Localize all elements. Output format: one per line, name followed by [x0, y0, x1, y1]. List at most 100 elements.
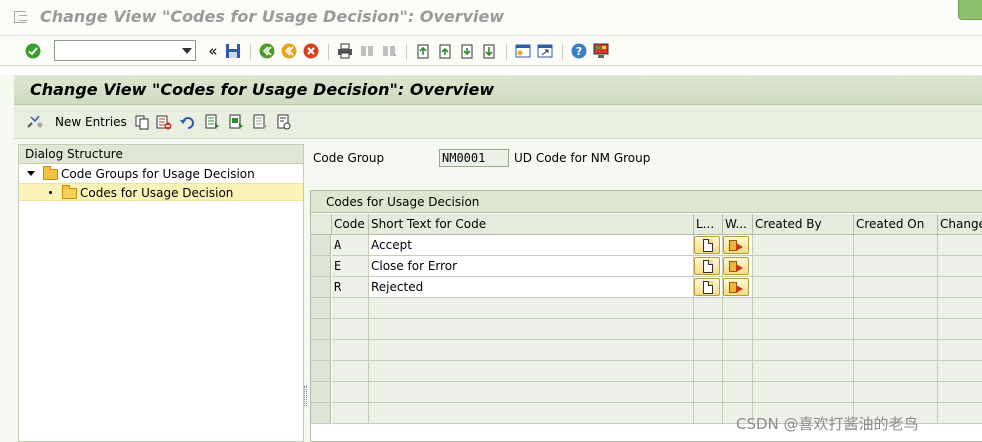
workflow-button[interactable] — [723, 257, 749, 275]
empty-table-cell — [723, 382, 753, 403]
row-selector[interactable] — [311, 235, 331, 256]
table-cell-workflow — [723, 235, 753, 256]
select-block-icon[interactable] — [228, 114, 244, 130]
row-selector[interactable] — [311, 277, 331, 298]
empty-table-cell — [753, 319, 854, 340]
customize-layout-icon[interactable] — [592, 42, 610, 60]
row-selector[interactable] — [311, 256, 331, 277]
cancel-icon[interactable] — [302, 42, 320, 60]
toolbar-separator — [250, 44, 251, 60]
next-page-icon[interactable] — [458, 42, 476, 60]
row-selector[interactable] — [311, 403, 331, 424]
delete-icon[interactable] — [156, 114, 172, 130]
window-title: Change View "Codes for Usage Decision": … — [40, 7, 505, 26]
empty-table-cell — [753, 340, 854, 361]
display-change-icon[interactable] — [26, 114, 44, 130]
empty-table-cell — [332, 319, 369, 340]
row-selector[interactable] — [311, 340, 331, 361]
column-header-workflow[interactable]: W... — [723, 214, 753, 235]
empty-table-cell — [369, 319, 694, 340]
table-cell-code: A — [332, 235, 369, 256]
table-cell-long-text — [694, 277, 723, 298]
table-cell-created-on — [854, 277, 938, 298]
column-header-long-text[interactable]: L... — [694, 214, 723, 235]
deselect-all-icon[interactable] — [252, 114, 268, 130]
row-selector[interactable] — [311, 298, 331, 319]
undo-change-icon[interactable] — [180, 114, 196, 130]
tree-node-code-groups[interactable]: Code Groups for Usage Decision — [19, 165, 303, 183]
find-icon — [358, 42, 376, 60]
table-cell-workflow — [723, 256, 753, 277]
empty-table-cell — [369, 403, 694, 424]
table-cell-short-text[interactable]: Accept — [369, 235, 694, 256]
title-bar: Change View "Codes for Usage Decision": … — [0, 0, 982, 36]
enter-icon[interactable] — [24, 42, 42, 60]
command-input[interactable] — [55, 41, 177, 60]
toolbar-separator — [328, 44, 329, 60]
row-selector[interactable] — [311, 361, 331, 382]
empty-table-cell — [694, 340, 723, 361]
splitter-handle[interactable] — [304, 386, 307, 406]
table-cell-short-text[interactable]: Close for Error — [369, 256, 694, 277]
tree-node-codes[interactable]: Codes for Usage Decision — [19, 183, 303, 201]
workflow-button[interactable] — [723, 236, 749, 254]
long-text-button[interactable] — [694, 257, 720, 275]
empty-table-cell — [938, 382, 982, 403]
row-selector[interactable] — [311, 382, 331, 403]
print-icon[interactable] — [336, 42, 354, 60]
expand-triangle-icon[interactable] — [27, 171, 35, 176]
new-entries-button[interactable]: New Entries — [55, 115, 127, 129]
watermark: CSDN @喜欢打酱油的老鸟 — [736, 415, 919, 433]
exit-icon[interactable] — [280, 42, 298, 60]
column-header-created-by[interactable]: Created By — [753, 214, 854, 235]
column-header-created-on[interactable]: Created On — [854, 214, 938, 235]
empty-table-cell — [938, 319, 982, 340]
empty-table-cell — [723, 361, 753, 382]
select-all-rows-button[interactable] — [311, 214, 332, 235]
copy-as-icon[interactable] — [134, 114, 150, 130]
chevron-down-icon[interactable] — [182, 48, 192, 54]
code-group-description: UD Code for NM Group — [514, 151, 651, 165]
back-icon[interactable] — [258, 42, 276, 60]
first-page-icon[interactable] — [414, 42, 432, 60]
empty-table-cell — [694, 298, 723, 319]
table-title: Codes for Usage Decision — [311, 191, 982, 213]
create-session-icon[interactable] — [514, 42, 532, 60]
collapse-command-icon[interactable]: « — [204, 42, 222, 60]
long-text-button[interactable] — [694, 236, 720, 254]
page-title: Change View "Codes for Usage Decision": … — [30, 80, 495, 99]
toolbar-separator — [506, 44, 507, 60]
column-header-short-text[interactable]: Short Text for Code — [369, 214, 694, 235]
save-icon[interactable] — [224, 42, 242, 60]
empty-table-cell — [753, 298, 854, 319]
command-field[interactable] — [54, 40, 196, 61]
empty-table-cell — [332, 340, 369, 361]
previous-page-icon[interactable] — [436, 42, 454, 60]
empty-table-cell — [694, 319, 723, 340]
screen-header: Change View "Codes for Usage Decision": … — [14, 75, 982, 105]
table-cell-code: R — [332, 277, 369, 298]
empty-table-cell — [723, 298, 753, 319]
long-text-button[interactable] — [694, 278, 720, 296]
toolbar-separator — [406, 44, 407, 60]
last-page-icon[interactable] — [480, 42, 498, 60]
help-icon[interactable]: ? — [570, 42, 588, 60]
row-selector[interactable] — [311, 319, 331, 340]
menu-exit-icon[interactable] — [14, 11, 27, 23]
column-header-code[interactable]: Code — [332, 214, 369, 235]
workflow-button[interactable] — [723, 278, 749, 296]
print-field-list-icon[interactable] — [276, 114, 292, 130]
empty-table-cell — [938, 298, 982, 319]
table-cell-short-text[interactable]: Rejected — [369, 277, 694, 298]
column-header-changed[interactable]: Change — [938, 214, 982, 235]
window-controls-icon[interactable] — [958, 0, 982, 20]
empty-table-cell — [753, 361, 854, 382]
tree-bullet-icon — [49, 191, 52, 194]
shortcut-icon[interactable] — [536, 42, 554, 60]
dialog-structure-panel: Dialog Structure Code Groups for Usage D… — [18, 144, 304, 442]
empty-table-cell — [332, 382, 369, 403]
find-next-icon — [380, 42, 398, 60]
select-all-icon[interactable] — [204, 114, 220, 130]
code-group-field: NM0001 — [439, 149, 509, 167]
empty-table-cell — [332, 361, 369, 382]
